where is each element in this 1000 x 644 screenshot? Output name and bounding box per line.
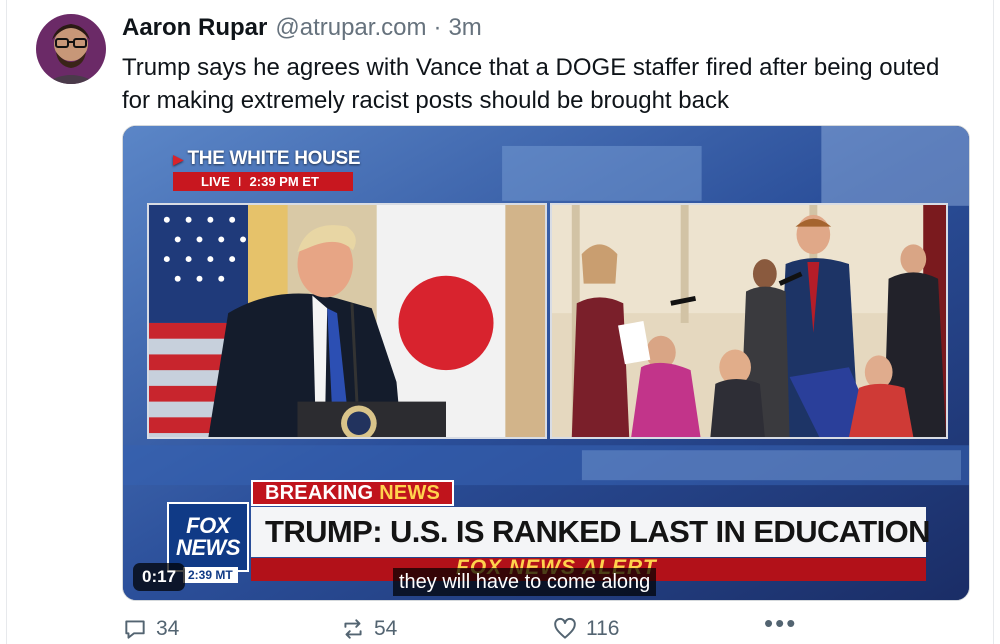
headline-text: TRUMP: U.S. IS RANKED LAST IN EDUCATION xyxy=(265,514,931,549)
reply-button[interactable]: 34 xyxy=(122,616,179,642)
breaking-news-banner: BREAKING NEWS xyxy=(251,480,455,506)
play-arrow-icon: ▶ xyxy=(173,150,184,167)
network-logo-line2: NEWS xyxy=(176,535,241,560)
press-room-feed xyxy=(550,203,948,439)
network-time: 2:39 MT xyxy=(183,567,238,583)
network-logo-line1: FOX xyxy=(186,513,230,538)
live-separator: I xyxy=(237,174,242,189)
video-player[interactable]: ▶ THE WHITE HOUSE LIVE I 2:39 PM ET BREA… xyxy=(122,125,970,601)
repost-button[interactable]: 54 xyxy=(340,616,397,642)
author-name[interactable]: Aaron Rupar xyxy=(122,14,267,42)
post-actions: 34 54 116 ••• xyxy=(122,608,842,644)
post-text: Trump says he agrees with Vance that a D… xyxy=(122,54,940,114)
breaking-label: BREAKING xyxy=(265,481,374,504)
post-card[interactable]: Aaron Rupar @atrupar.com · 3m Trump says… xyxy=(0,0,1000,644)
location-text: THE WHITE HOUSE xyxy=(187,148,361,169)
like-icon xyxy=(554,617,576,639)
header-separator: · xyxy=(433,14,442,41)
avatar-image xyxy=(36,14,106,84)
video-duration: 0:17 xyxy=(133,563,186,591)
location-label: ▶ THE WHITE HOUSE xyxy=(173,148,361,170)
reply-icon xyxy=(125,620,145,639)
post-header: Aaron Rupar @atrupar.com · 3m xyxy=(122,14,482,46)
speaker-feed xyxy=(147,203,547,439)
feed-divider-left xyxy=(6,0,7,644)
author-handle[interactable]: @atrupar.com xyxy=(275,14,426,42)
press-room-scene xyxy=(552,205,946,437)
video-caption: they will have to come along xyxy=(393,568,657,596)
network-logo: FOX NEWS xyxy=(167,502,249,572)
reply-count: 34 xyxy=(156,617,180,640)
avatar[interactable] xyxy=(36,14,106,84)
live-time: 2:39 PM ET xyxy=(249,174,319,189)
more-icon: ••• xyxy=(764,608,798,638)
live-badge: LIVE I 2:39 PM ET xyxy=(173,172,353,191)
repost-count: 54 xyxy=(374,617,398,640)
like-count: 116 xyxy=(586,617,620,640)
feed-divider-right xyxy=(993,0,994,644)
like-button[interactable]: 116 xyxy=(552,616,619,642)
post-timestamp[interactable]: 3m xyxy=(448,14,481,42)
repost-icon xyxy=(344,619,362,639)
live-label: LIVE xyxy=(201,174,230,189)
white-house-tag: ▶ THE WHITE HOUSE LIVE I 2:39 PM ET xyxy=(173,148,361,191)
headline-bar: TRUMP: U.S. IS RANKED LAST IN EDUCATION xyxy=(251,507,931,557)
breaking-news-label: NEWS xyxy=(379,481,441,504)
speaker-scene xyxy=(149,205,545,437)
more-button[interactable]: ••• xyxy=(764,608,797,639)
